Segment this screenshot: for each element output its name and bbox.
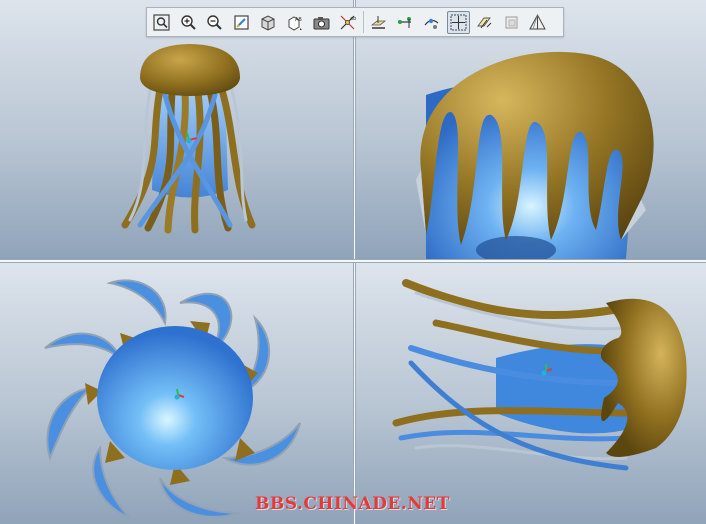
viewport-front[interactable] <box>0 0 353 259</box>
datum-points-button[interactable] <box>420 11 443 34</box>
zoom-fit-button[interactable] <box>150 11 173 34</box>
jellyfish-top-model[interactable] <box>0 263 353 524</box>
snapshot-button[interactable] <box>310 11 333 34</box>
perspective-button[interactable] <box>526 11 549 34</box>
perspective-icon <box>529 13 547 29</box>
zoom-in-button[interactable] <box>177 11 200 34</box>
zoom-out-icon <box>207 14 222 30</box>
camera-icon <box>313 16 330 29</box>
viewport-zoomed[interactable] <box>356 0 706 259</box>
datum-point-icon <box>424 18 439 29</box>
datum-plane-icon <box>370 15 386 29</box>
svg-text:AB: AB <box>295 17 302 23</box>
watermark-text: BBS.CHINADE.NET <box>255 494 450 514</box>
zoom-in-icon <box>180 14 196 30</box>
zoom-out-button[interactable] <box>203 11 226 34</box>
jellyfish-front-model[interactable] <box>0 0 353 259</box>
svg-text:ab: ab <box>350 16 356 22</box>
layers-button[interactable] <box>500 11 523 34</box>
layer-icon <box>505 16 518 28</box>
viewport-top[interactable] <box>0 263 353 524</box>
saved-views-icon: AB <box>288 15 302 31</box>
toolbar-separator <box>362 11 364 33</box>
zoom-fit-icon <box>153 13 170 31</box>
datum-planes-button[interactable] <box>367 11 390 34</box>
repaint-button[interactable] <box>230 11 253 34</box>
shaded-cube-icon <box>261 14 275 31</box>
viewport-divider-horizontal[interactable] <box>0 259 706 263</box>
coordinate-systems-button[interactable] <box>446 10 470 34</box>
jellyfish-side-model[interactable] <box>356 263 706 524</box>
spin-center-button[interactable]: ab <box>336 11 359 34</box>
datum-axes-button[interactable] <box>393 11 416 34</box>
saved-views-button[interactable]: AB <box>283 11 306 34</box>
datum-axis-icon <box>398 16 412 28</box>
annotations-button[interactable] <box>473 11 496 34</box>
viewport-side[interactable] <box>356 263 706 524</box>
repaint-icon <box>234 14 249 30</box>
shading-mode-button[interactable] <box>256 11 279 34</box>
coordinate-system-icon <box>450 14 467 30</box>
view-toolbar: AB ab <box>146 7 564 37</box>
jellyfish-zoomed-model[interactable] <box>356 0 706 259</box>
spin-center-icon: ab <box>340 15 356 29</box>
annotation-icon <box>477 17 492 28</box>
